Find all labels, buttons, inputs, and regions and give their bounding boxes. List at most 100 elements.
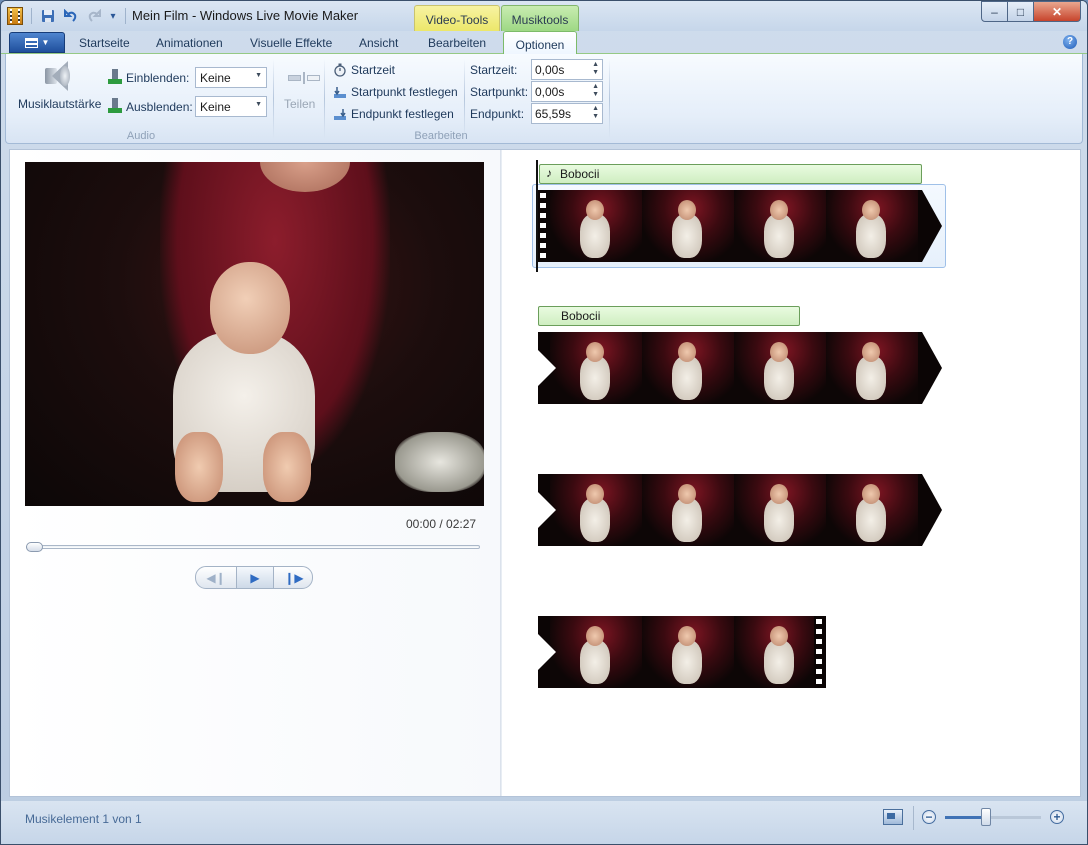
zoom-thumb[interactable] (981, 808, 991, 826)
film-app-icon[interactable] (7, 7, 23, 25)
status-text: Musikelement 1 von 1 (25, 812, 142, 826)
video-clip-strip[interactable] (538, 190, 922, 262)
group-separator (273, 59, 274, 139)
tab-bearbeiten[interactable]: Bearbeiten (428, 36, 486, 50)
play-button[interactable]: ▶ (236, 567, 274, 588)
context-tab-music-tools: Musiktools (501, 5, 579, 31)
menu-icon (24, 37, 38, 48)
clip-end-marker (814, 616, 824, 688)
set-start-point-icon (332, 84, 348, 100)
split-label: Teilen (284, 97, 316, 111)
music-item[interactable]: ♪ Bobocii (539, 164, 922, 184)
fade-in-label: Einblenden: (126, 71, 190, 85)
end-point-value: 65,59s (535, 107, 572, 121)
split-icon (288, 72, 320, 84)
fade-in-value: Keine (200, 71, 231, 85)
spin-up-icon[interactable]: ▲ (592, 83, 599, 90)
speaker-icon (42, 60, 74, 92)
help-icon[interactable]: ? (1063, 35, 1077, 49)
start-time-label: Startzeit: (470, 63, 518, 77)
tab-startseite[interactable]: Startseite (79, 36, 130, 50)
playhead[interactable] (536, 160, 538, 272)
chevron-down-icon: ▼ (255, 101, 262, 108)
save-icon[interactable] (39, 7, 57, 25)
minimize-button[interactable]: – (981, 1, 1008, 22)
music-note-icon: ♪ (546, 166, 552, 180)
start-time-value: 0,00s (535, 63, 565, 77)
chevron-down-icon: ▼ (255, 72, 262, 79)
previous-frame-button[interactable]: ◀❙ (196, 567, 236, 588)
group-separator (464, 59, 465, 139)
spin-down-icon[interactable]: ▼ (592, 69, 599, 76)
redo-icon[interactable] (85, 7, 103, 25)
stopwatch-icon (332, 62, 348, 78)
clip-continues-arrow (922, 190, 942, 262)
edit-group-label: Bearbeiten (414, 130, 468, 142)
audio-group-label: Audio (126, 130, 156, 142)
video-preview[interactable] (25, 162, 484, 506)
tab-optionen[interactable]: Optionen (503, 31, 577, 55)
fade-out-select[interactable]: Keine ▼ (195, 96, 267, 117)
ribbon-panel: Musiklautstärke Einblenden: Keine ▼ Ausb… (5, 54, 1083, 144)
set-end-point-button[interactable]: Endpunkt festlegen (351, 107, 454, 121)
seek-bar[interactable] (26, 545, 480, 549)
tab-ansicht[interactable]: Ansicht (359, 36, 398, 50)
window-title: Mein Film - Windows Live Movie Maker (132, 8, 359, 23)
set-end-point-icon (332, 106, 348, 122)
fade-in-select[interactable]: Keine ▼ (195, 67, 267, 88)
spin-down-icon[interactable]: ▼ (592, 113, 599, 120)
clip-continues-arrow (922, 474, 942, 546)
clip-start-marker (538, 190, 548, 262)
separator (913, 806, 914, 830)
start-time-spinner[interactable]: 0,00s ▲ ▼ (531, 59, 603, 80)
workspace: 00:00 / 02:27 ◀❙ ▶ ❙▶ ♪ Bobocii Bobocii (9, 149, 1081, 797)
separator (125, 8, 126, 24)
transport-controls: ◀❙ ▶ ❙▶ (195, 566, 313, 589)
spin-up-icon[interactable]: ▲ (592, 105, 599, 112)
storyboard-view-icon[interactable] (883, 809, 903, 825)
fade-in-icon (108, 68, 124, 84)
video-clip-strip[interactable] (538, 616, 826, 688)
fade-out-label: Ausblenden: (126, 100, 193, 114)
title-bar: ▾ Mein Film - Windows Live Movie Maker V… (1, 1, 1087, 31)
group-separator (609, 59, 610, 139)
context-tab-video-tools: Video-Tools (414, 5, 500, 31)
close-button[interactable]: ✕ (1033, 1, 1081, 22)
start-point-label: Startpunkt: (470, 85, 529, 99)
end-point-label: Endpunkt: (470, 107, 525, 121)
zoom-slider[interactable] (945, 816, 1041, 819)
tab-visuelle-effekte[interactable]: Visuelle Effekte (250, 36, 332, 50)
tab-animationen[interactable]: Animationen (156, 36, 223, 50)
video-clip-strip[interactable] (538, 474, 922, 546)
group-separator (324, 59, 325, 139)
status-bar: Musikelement 1 von 1 − + (1, 801, 1087, 844)
pane-splitter[interactable] (500, 150, 502, 796)
music-item-title: Bobocii (561, 309, 601, 323)
customize-quick-access-button[interactable]: ▾ (104, 7, 122, 25)
end-point-spinner[interactable]: 65,59s ▲ ▼ (531, 103, 603, 124)
video-clip-strip[interactable] (538, 332, 922, 404)
music-item[interactable]: Bobocii (538, 306, 800, 326)
music-volume-label: Musiklautstärke (18, 97, 102, 111)
separator (31, 8, 32, 24)
music-item-title: Bobocii (560, 167, 600, 181)
start-point-spinner[interactable]: 0,00s ▲ ▼ (531, 81, 603, 102)
main-window: ▾ Mein Film - Windows Live Movie Maker V… (0, 0, 1088, 845)
spin-down-icon[interactable]: ▼ (592, 91, 599, 98)
chevron-down-icon: ▼ (41, 38, 50, 47)
start-point-value: 0,00s (535, 85, 565, 99)
maximize-button[interactable]: □ (1007, 1, 1034, 22)
fade-out-value: Keine (200, 100, 231, 114)
set-start-point-button[interactable]: Startpunkt festlegen (351, 85, 458, 99)
fade-out-icon (108, 97, 124, 113)
next-frame-button[interactable]: ❙▶ (274, 567, 314, 588)
undo-icon[interactable] (62, 7, 80, 25)
application-menu-button[interactable]: ▼ (9, 32, 65, 53)
preview-pane: 00:00 / 02:27 ◀❙ ▶ ❙▶ (10, 150, 500, 796)
zoom-in-button[interactable]: + (1050, 810, 1064, 824)
spin-up-icon[interactable]: ▲ (592, 61, 599, 68)
seek-thumb[interactable] (26, 542, 43, 552)
start-time-button[interactable]: Startzeit (351, 63, 395, 77)
playback-time: 00:00 / 02:27 (406, 517, 477, 531)
zoom-out-button[interactable]: − (922, 810, 936, 824)
